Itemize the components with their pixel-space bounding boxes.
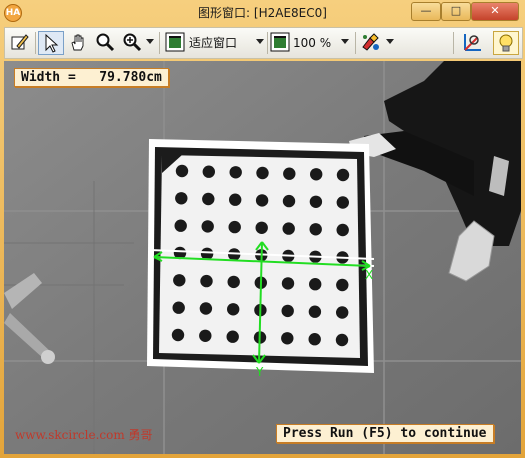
watermark: www.skcircle.com 勇哥 bbox=[15, 428, 153, 442]
magnifier-icon bbox=[95, 32, 115, 52]
hand-icon bbox=[68, 32, 88, 52]
calibration-dot bbox=[281, 277, 295, 290]
calibration-dot bbox=[229, 166, 242, 179]
edit-icon bbox=[10, 32, 30, 52]
magnifier-button[interactable] bbox=[93, 31, 117, 53]
calibration-dot bbox=[227, 303, 240, 316]
pixel-info-button[interactable] bbox=[461, 31, 485, 53]
zoom-percent-button[interactable] bbox=[269, 31, 291, 53]
calibration-dot bbox=[202, 192, 215, 206]
calibration-dot bbox=[310, 168, 323, 181]
toolbar: 适应窗口 100 % bbox=[4, 27, 523, 59]
calibration-dot bbox=[309, 195, 323, 208]
zoom-mode-select[interactable]: 适应窗口 bbox=[189, 32, 237, 54]
camera-image: X Y bbox=[4, 61, 521, 454]
calibration-dot bbox=[175, 192, 188, 205]
calibration-dot bbox=[199, 329, 212, 342]
calibration-dot bbox=[308, 333, 321, 346]
calibration-dot bbox=[228, 220, 241, 234]
lightbulb-button[interactable] bbox=[493, 31, 519, 55]
calibration-dot bbox=[201, 220, 214, 233]
calibration-dot bbox=[199, 302, 213, 315]
calibration-dot bbox=[336, 223, 349, 237]
color-settings-button[interactable] bbox=[359, 31, 383, 53]
calibration-dot bbox=[175, 164, 189, 178]
pixel-info-icon bbox=[462, 31, 484, 53]
zoom-in-icon bbox=[122, 32, 142, 52]
chair-wheel bbox=[41, 350, 55, 364]
calibration-dot bbox=[255, 221, 268, 234]
calibration-dot bbox=[229, 193, 242, 206]
calibration-dot bbox=[226, 330, 239, 343]
pointer-icon bbox=[42, 33, 60, 53]
chevron-down-icon[interactable] bbox=[341, 39, 349, 44]
color-settings-icon bbox=[360, 32, 382, 52]
calibration-dot bbox=[336, 306, 349, 319]
title-bar: HA 图形窗口: [H2AE8EC0] — □ ✕ bbox=[0, 0, 525, 24]
calibration-dot bbox=[309, 223, 322, 236]
calibration-dot bbox=[282, 222, 295, 235]
axis-y-label: Y bbox=[255, 365, 264, 379]
calibration-dot bbox=[171, 328, 185, 342]
calibration-dot bbox=[336, 168, 350, 182]
minimize-button[interactable]: — bbox=[411, 2, 441, 21]
close-button[interactable]: ✕ bbox=[471, 2, 519, 21]
graphics-window: HA 图形窗口: [H2AE8EC0] — □ ✕ 适应窗口 100 % X Y… bbox=[0, 0, 525, 458]
axis-x-label: X bbox=[365, 268, 373, 282]
fit-window-button[interactable] bbox=[163, 31, 187, 53]
pointer-button[interactable] bbox=[38, 31, 64, 55]
calibration-dot bbox=[227, 275, 240, 289]
edit-button[interactable] bbox=[8, 31, 32, 53]
calibration-dot bbox=[336, 278, 349, 292]
calibration-dot bbox=[282, 194, 296, 208]
calibration-dot bbox=[173, 274, 186, 287]
calibration-dot bbox=[281, 304, 294, 318]
fit-window-icon bbox=[165, 32, 185, 52]
status-prompt: Press Run (F5) to continue bbox=[276, 424, 494, 443]
calibration-dot bbox=[308, 305, 322, 318]
hand-button[interactable] bbox=[66, 31, 90, 53]
calibration-dot bbox=[174, 219, 187, 232]
measurement-badge: Width = 79.780cm bbox=[14, 68, 169, 87]
zoom-percent-icon bbox=[270, 32, 290, 52]
calibration-dot bbox=[336, 196, 349, 209]
calibration-dot bbox=[172, 301, 185, 314]
chevron-down-icon[interactable] bbox=[256, 39, 264, 44]
calibration-dot bbox=[202, 165, 215, 178]
zoom-percent-select[interactable]: 100 % bbox=[293, 32, 331, 54]
calibration-dot bbox=[309, 278, 322, 291]
zoom-in-button[interactable] bbox=[120, 31, 144, 53]
lightbulb-icon bbox=[497, 33, 515, 53]
chevron-down-icon[interactable] bbox=[146, 39, 154, 44]
maximize-button[interactable]: □ bbox=[441, 2, 471, 21]
calibration-dot bbox=[255, 194, 269, 207]
calibration-dot bbox=[281, 332, 294, 345]
calibration-dot bbox=[335, 333, 349, 347]
image-viewport[interactable]: X Y Width = 79.780cm Press Run (F5) to c… bbox=[4, 61, 521, 454]
calibration-dot bbox=[256, 166, 269, 180]
calibration-dot bbox=[283, 167, 296, 180]
chevron-down-icon[interactable] bbox=[386, 39, 394, 44]
calibration-dot bbox=[200, 274, 213, 288]
